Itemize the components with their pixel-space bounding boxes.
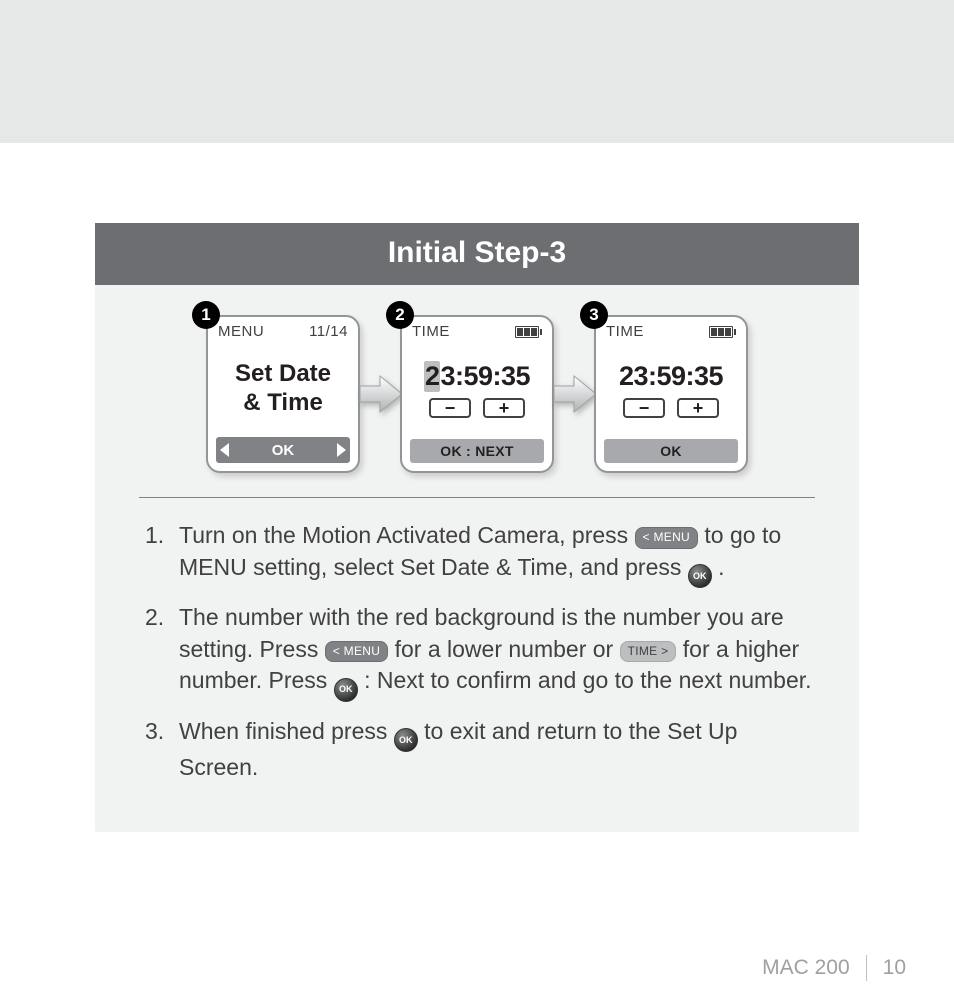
screen-1-header: MENU 11/14 xyxy=(216,323,350,340)
page-footer: MAC 200 10 xyxy=(762,955,906,981)
text: Turn on the Motion Activated Camera, pre… xyxy=(179,522,635,548)
screen-3-header: TIME xyxy=(604,323,738,340)
screens-row: 1 MENU 11/14 Set Date & Time OK xyxy=(139,315,815,473)
time-rest: 3:59:35 xyxy=(440,361,530,392)
battery-icon xyxy=(515,323,542,340)
screen-3-footer: OK xyxy=(604,439,738,463)
screen-1-line1: Set Date xyxy=(235,360,331,389)
menu-button-icon: < MENU xyxy=(325,641,388,663)
ok-button-icon: OK xyxy=(688,564,712,588)
card-title: Initial Step-3 xyxy=(95,223,859,285)
nav-right-icon xyxy=(337,443,346,457)
screen-2-time-label: TIME xyxy=(412,323,450,340)
instructions-list: Turn on the Motion Activated Camera, pre… xyxy=(139,520,815,784)
screen-1-footer: OK xyxy=(216,437,350,463)
ok-button-icon: OK xyxy=(394,728,418,752)
plus-button: + xyxy=(483,398,525,418)
divider xyxy=(139,497,815,498)
menu-button-icon: < MENU xyxy=(635,527,698,549)
screen-3-time-label: TIME xyxy=(606,323,644,340)
screen-3-body: 23:59:35 − + xyxy=(604,340,738,439)
instruction-1: Turn on the Motion Activated Camera, pre… xyxy=(139,520,815,588)
minus-button: − xyxy=(623,398,665,418)
step-badge-2: 2 xyxy=(386,301,414,329)
screen-3-time-value: 23:59:35 xyxy=(619,361,723,392)
card-body: 1 MENU 11/14 Set Date & Time OK xyxy=(95,285,859,832)
text: for a lower number or xyxy=(395,636,620,662)
model-label: MAC 200 xyxy=(762,956,850,980)
page-number: 10 xyxy=(883,956,906,980)
screen-3-wrap: 3 TIME 23:59:35 − xyxy=(594,315,748,473)
screen-2-wrap: 2 TIME 23:59:35 xyxy=(400,315,554,473)
screen-3-pm-row: − + xyxy=(623,398,719,418)
instruction-card: Initial Step-3 1 MENU 11/14 Set Date & T… xyxy=(95,223,859,832)
screen-2-time-value: 23:59:35 xyxy=(424,361,530,392)
arrow-1 xyxy=(356,370,404,418)
nav-left-icon xyxy=(220,443,229,457)
footer-divider xyxy=(866,955,867,981)
plus-button: + xyxy=(677,398,719,418)
page-content: Initial Step-3 1 MENU 11/14 Set Date & T… xyxy=(0,143,954,1005)
screen-1: MENU 11/14 Set Date & Time OK xyxy=(206,315,360,473)
screen-1-line2: & Time xyxy=(243,389,323,418)
time-highlighted-digit: 2 xyxy=(424,361,441,392)
arrow-2 xyxy=(550,370,598,418)
instruction-3: When finished press OK to exit and retur… xyxy=(139,716,815,784)
battery-icon xyxy=(709,323,736,340)
screen-1-title: Set Date & Time xyxy=(216,340,350,437)
step-badge-3: 3 xyxy=(580,301,608,329)
screen-1-page-indicator: 11/14 xyxy=(309,323,348,340)
ok-button-icon: OK xyxy=(334,678,358,702)
instruction-2: The number with the red background is th… xyxy=(139,602,815,702)
screen-2-footer: OK : NEXT xyxy=(410,439,544,463)
screen-3: TIME 23:59:35 − + xyxy=(594,315,748,473)
text: : Next to confirm and go to the next num… xyxy=(364,667,811,693)
screen-2-header: TIME xyxy=(410,323,544,340)
screen-1-wrap: 1 MENU 11/14 Set Date & Time OK xyxy=(206,315,360,473)
screen-1-menu-label: MENU xyxy=(218,323,264,340)
screen-2-pm-row: − + xyxy=(429,398,525,418)
screen-2-body: 23:59:35 − + xyxy=(410,340,544,439)
screen-2: TIME 23:59:35 − + xyxy=(400,315,554,473)
text: When finished press xyxy=(179,718,394,744)
text: . xyxy=(718,554,724,580)
time-button-icon: TIME > xyxy=(620,641,677,663)
step-badge-1: 1 xyxy=(192,301,220,329)
minus-button: − xyxy=(429,398,471,418)
top-band xyxy=(0,0,954,143)
screen-1-ok-label: OK xyxy=(229,442,337,459)
